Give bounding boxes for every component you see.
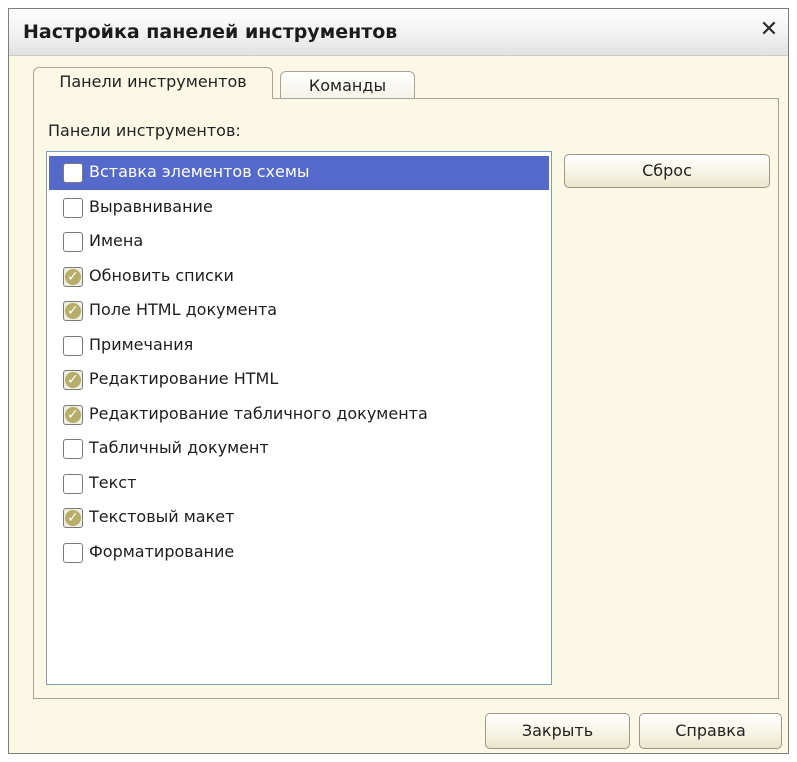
list-item[interactable]: Примечания xyxy=(49,329,549,363)
list-item[interactable]: Выравнивание xyxy=(49,191,549,225)
item-label: Выравнивание xyxy=(89,196,213,216)
list-item[interactable]: Имена xyxy=(49,225,549,259)
list-item[interactable]: ✓ Поле HTML документа xyxy=(49,294,549,328)
item-checkbox[interactable] xyxy=(63,473,83,494)
item-checkbox-checked[interactable]: ✓ xyxy=(63,508,83,528)
list-item[interactable]: ✓ Редактирование табличного документа xyxy=(49,398,549,432)
checkmark-icon: ✓ xyxy=(67,268,79,285)
item-checkbox[interactable] xyxy=(63,232,83,252)
list-item[interactable]: Форматирование xyxy=(49,536,549,570)
close-button[interactable]: Закрыть xyxy=(485,713,630,749)
close-icon[interactable]: ✕ xyxy=(758,19,780,41)
item-checkbox-checked[interactable]: ✓ xyxy=(63,404,83,425)
item-label: Имена xyxy=(89,231,144,250)
item-label: Табличный документ xyxy=(89,438,269,457)
item-label: Вставка элементов схемы xyxy=(89,162,310,181)
item-label: Текстовый макет xyxy=(89,507,235,526)
item-checkbox[interactable] xyxy=(63,439,83,459)
checkmark-icon: ✓ xyxy=(67,303,79,319)
item-checkbox[interactable] xyxy=(63,197,83,218)
title-bar[interactable]: Настройка панелей инструментов ✕ xyxy=(9,9,788,56)
checkmark-icon: ✓ xyxy=(67,406,79,423)
list-item[interactable]: Текст xyxy=(49,467,549,501)
list-item[interactable]: Вставка элементов схемы xyxy=(49,156,549,190)
item-label: Поле HTML документа xyxy=(89,300,278,319)
item-label: Текст xyxy=(89,472,137,492)
item-checkbox-checked[interactable]: ✓ xyxy=(63,266,83,287)
list-item[interactable]: ✓ Текстовый макет xyxy=(49,501,549,535)
toolbars-list-label: Панели инструментов: xyxy=(48,121,241,140)
tab-toolbars[interactable]: Панели инструментов xyxy=(33,67,273,99)
reset-button[interactable]: Сброс xyxy=(564,154,770,188)
toolbars-list[interactable]: Вставка элементов схемы Выравнивание Име… xyxy=(46,151,552,685)
item-checkbox[interactable] xyxy=(63,335,83,356)
item-label: Редактирование HTML xyxy=(89,369,279,388)
item-label: Примечания xyxy=(89,334,194,354)
item-checkbox[interactable] xyxy=(63,163,83,183)
item-checkbox-checked[interactable]: ✓ xyxy=(63,370,83,390)
dialog-title: Настройка панелей инструментов xyxy=(23,21,398,43)
list-item[interactable]: ✓ Редактирование HTML xyxy=(49,363,549,397)
item-label: Форматирование xyxy=(89,541,235,561)
list-item[interactable]: Табличный документ xyxy=(49,432,549,466)
checkmark-icon: ✓ xyxy=(67,510,79,526)
item-label: Обновить списки xyxy=(89,265,234,285)
help-button[interactable]: Справка xyxy=(639,713,782,749)
tab-commands-label: Команды xyxy=(308,76,387,95)
list-item[interactable]: ✓ Обновить списки xyxy=(49,260,549,294)
tab-commands[interactable]: Команды xyxy=(280,71,415,101)
checkmark-icon: ✓ xyxy=(67,372,79,388)
item-label: Редактирование табличного документа xyxy=(89,403,428,423)
tab-toolbars-label: Панели инструментов xyxy=(59,72,247,91)
item-checkbox[interactable] xyxy=(63,542,83,563)
item-checkbox-checked[interactable]: ✓ xyxy=(63,301,83,321)
